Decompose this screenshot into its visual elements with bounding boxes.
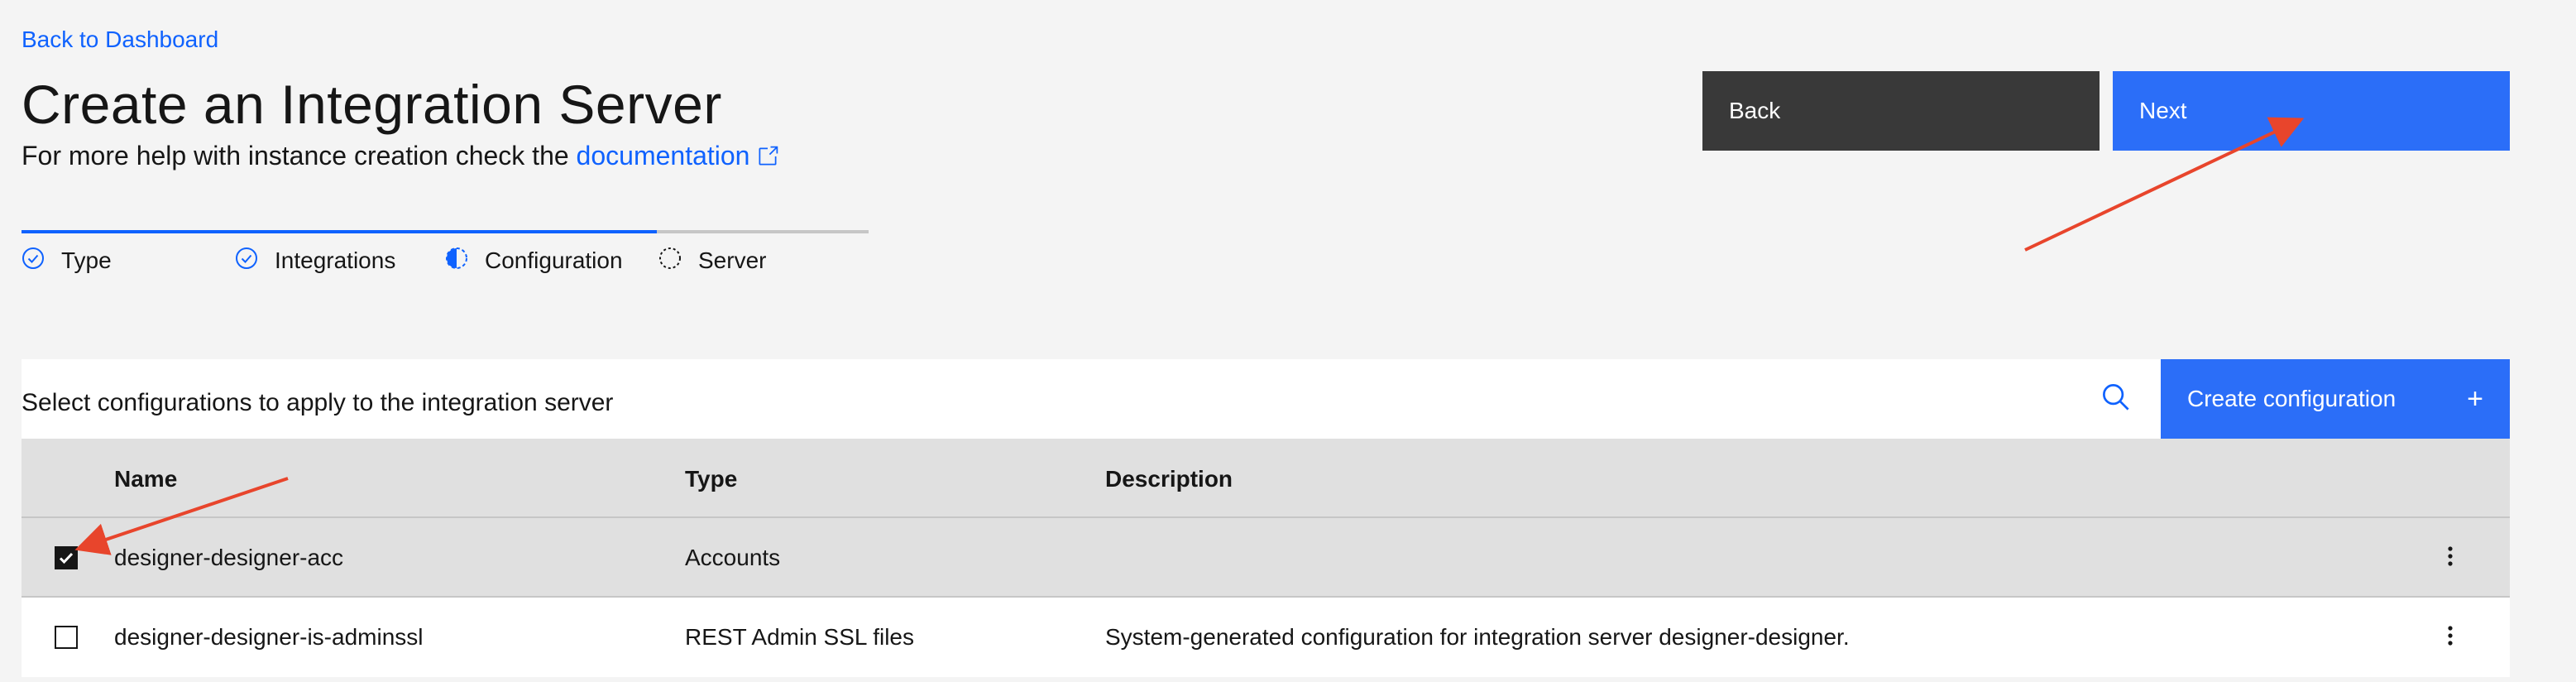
create-configuration-button[interactable]: Create configuration + — [2161, 359, 2510, 439]
step-label: Type — [61, 247, 112, 273]
row-name: designer-designer-is-adminssl — [114, 624, 424, 650]
overflow-menu-vertical-icon — [2447, 624, 2454, 651]
step-configuration[interactable]: Configuration — [445, 247, 623, 275]
help-text: For more help with instance creation che… — [22, 141, 779, 175]
table-row[interactable] — [22, 518, 2510, 598]
overflow-menu-vertical-icon — [2447, 545, 2454, 572]
back-to-dashboard-link[interactable]: Back to Dashboard — [22, 26, 218, 53]
table-title: Select configurations to apply to the in… — [22, 389, 614, 416]
step-label: Configuration — [485, 247, 623, 273]
step-integrations[interactable]: Integrations — [235, 247, 395, 275]
checkmark-icon — [57, 549, 75, 567]
row-description: System-generated configuration for integ… — [1105, 624, 1850, 650]
create-configuration-label: Create configuration — [2187, 386, 2396, 411]
column-header-type[interactable]: Type — [685, 466, 737, 492]
step-server[interactable]: Server — [658, 247, 766, 275]
row-checkbox-unchecked[interactable] — [55, 626, 78, 649]
checkmark-outline-icon — [235, 247, 275, 276]
documentation-link[interactable]: documentation — [577, 141, 750, 170]
search-icon — [2101, 382, 2131, 416]
step-label: Integrations — [275, 247, 396, 273]
step-type[interactable]: Type — [22, 247, 112, 275]
search-button[interactable] — [2085, 367, 2147, 430]
step-label: Server — [698, 247, 767, 273]
progress-fill — [22, 230, 657, 233]
overflow-menu-button[interactable] — [2434, 617, 2467, 657]
checkmark-outline-icon — [22, 247, 61, 276]
column-header-description[interactable]: Description — [1105, 466, 1233, 492]
external-link-icon[interactable] — [756, 144, 779, 175]
help-text-prefix: For more help with instance creation che… — [22, 141, 577, 170]
next-button[interactable]: Next — [2113, 71, 2510, 151]
row-type: REST Admin SSL files — [685, 624, 915, 650]
row-type: Accounts — [685, 545, 781, 570]
incomplete-icon — [445, 247, 485, 276]
back-button[interactable]: Back — [1702, 71, 2100, 151]
page-title: Create an Integration Server — [22, 74, 722, 135]
overflow-menu-button[interactable] — [2434, 538, 2467, 578]
circle-dash-icon — [658, 247, 698, 276]
table-header — [22, 439, 2510, 518]
column-header-name[interactable]: Name — [114, 466, 177, 492]
add-icon: + — [2467, 382, 2483, 415]
row-checkbox-checked[interactable] — [55, 546, 78, 569]
row-name: designer-designer-acc — [114, 545, 344, 570]
